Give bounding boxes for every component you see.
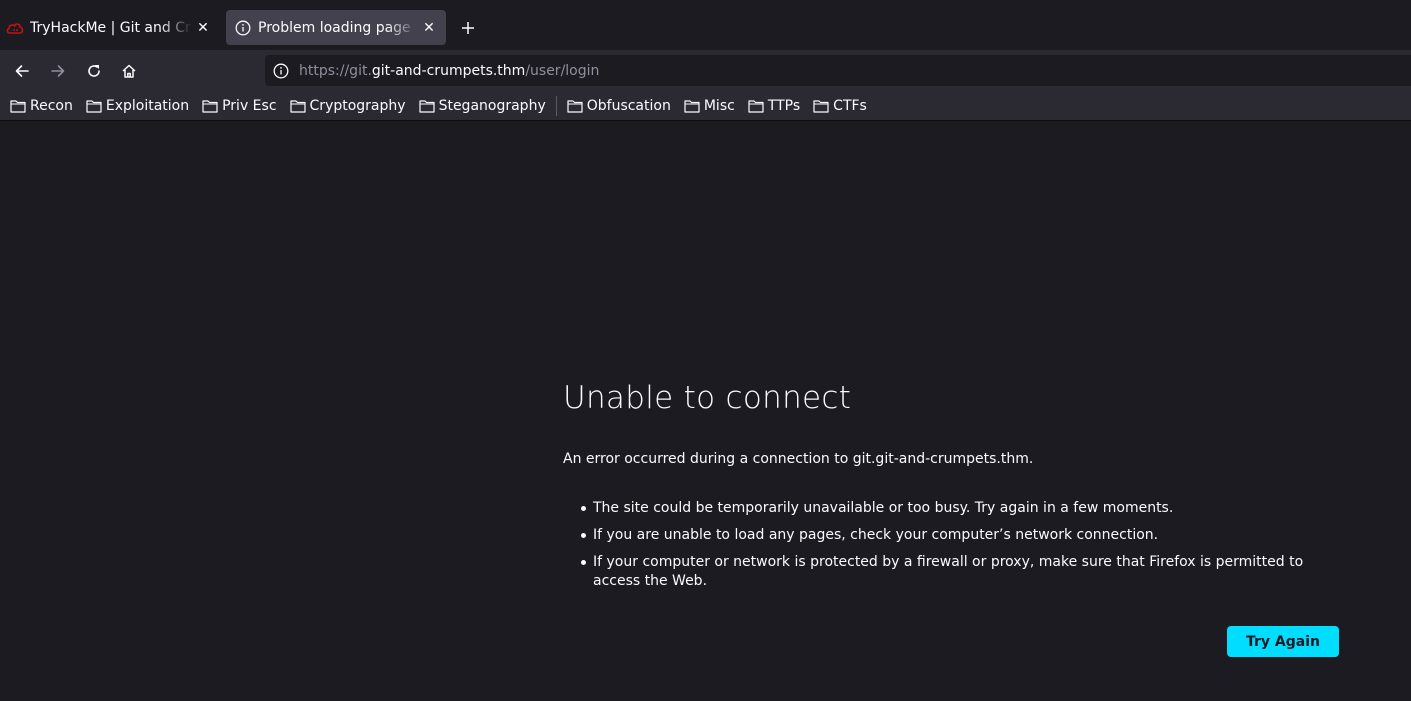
back-button[interactable] — [9, 58, 35, 84]
bookmark-folder-obfuscation[interactable]: Obfuscation — [567, 98, 671, 114]
folder-icon — [289, 100, 306, 113]
bookmark-folder-recon[interactable]: Recon — [10, 98, 73, 114]
error-description: An error occurred during a connection to… — [563, 451, 1034, 467]
bookmark-folder-steganography[interactable]: Steganography — [418, 98, 546, 114]
error-suggestions-list: The site could be temporarily unavailabl… — [581, 499, 1353, 599]
tab-problem-loading[interactable]: Problem loading page ✕ — [226, 10, 446, 45]
folder-icon — [684, 100, 700, 113]
bookmark-label: Misc — [703, 98, 735, 114]
forward-button[interactable] — [45, 58, 71, 84]
bookmark-label: Recon — [30, 98, 73, 114]
bookmark-label: Exploitation — [105, 98, 190, 114]
reload-icon — [88, 65, 100, 77]
bookmark-label: Priv Esc — [222, 98, 277, 114]
folder-icon — [567, 100, 583, 113]
bookmark-separator — [555, 96, 557, 116]
folder-icon — [86, 100, 102, 113]
new-tab-button[interactable] — [456, 14, 480, 42]
url-domain: git-and-crumpets.thm — [371, 62, 526, 79]
arrow-left-icon — [15, 65, 29, 77]
error-page: Unable to connect An error occurred duri… — [0, 122, 1411, 701]
url-prefix: https://git. — [299, 62, 372, 79]
try-again-button[interactable]: Try Again — [1227, 626, 1339, 657]
error-title: Unable to connect — [563, 380, 852, 416]
bookmark-label: Steganography — [438, 98, 546, 114]
arrow-right-icon — [51, 65, 65, 77]
folder-icon — [202, 100, 218, 113]
url-bar[interactable]: https://git. git-and-crumpets.thm/user/lo… — [265, 55, 1411, 86]
plus-icon — [462, 22, 474, 34]
site-info-icon[interactable] — [273, 63, 289, 79]
list-item: If you are unable to load any pages, che… — [581, 526, 1353, 545]
tab-title: TryHackMe | Git and Crumpets — [30, 19, 192, 36]
close-tab-icon[interactable]: ✕ — [418, 20, 440, 36]
url-path: /user/login — [525, 62, 600, 79]
bookmark-label: Obfuscation — [586, 98, 671, 114]
navigation-toolbar: https://git. git-and-crumpets.thm/user/lo… — [0, 50, 1411, 92]
info-icon — [234, 19, 252, 37]
list-item: If your computer or network is protected… — [581, 553, 1353, 591]
tryhackme-cloud-icon — [6, 19, 24, 37]
bookmarks-toolbar: Recon Exploitation Priv Esc Cryptography… — [0, 92, 1411, 121]
bookmark-folder-ctfs[interactable]: CTFs — [813, 98, 867, 114]
bookmark-folder-priv-esc[interactable]: Priv Esc — [202, 98, 277, 114]
bookmark-folder-misc[interactable]: Misc — [684, 98, 735, 114]
tab-tryhackme[interactable]: TryHackMe | Git and Crumpets ✕ — [0, 10, 220, 45]
folder-icon — [813, 100, 829, 113]
home-button[interactable] — [116, 58, 142, 84]
bookmark-label: Cryptography — [309, 98, 406, 114]
folder-icon — [10, 100, 26, 113]
reload-button[interactable] — [81, 58, 107, 84]
bookmark-folder-cryptography[interactable]: Cryptography — [289, 98, 406, 114]
bookmark-label: CTFs — [833, 98, 867, 114]
bookmark-folder-exploitation[interactable]: Exploitation — [86, 98, 189, 114]
folder-icon — [418, 100, 435, 113]
tab-title: Problem loading page — [258, 19, 411, 36]
tab-strip: TryHackMe | Git and Crumpets ✕ Problem l… — [0, 0, 1411, 50]
bookmark-folder-ttps[interactable]: TTPs — [748, 98, 800, 114]
close-tab-icon[interactable]: ✕ — [192, 20, 214, 36]
folder-icon — [748, 100, 764, 113]
home-icon — [122, 64, 136, 78]
bookmark-label: TTPs — [767, 98, 801, 114]
list-item: The site could be temporarily unavailabl… — [581, 499, 1353, 518]
